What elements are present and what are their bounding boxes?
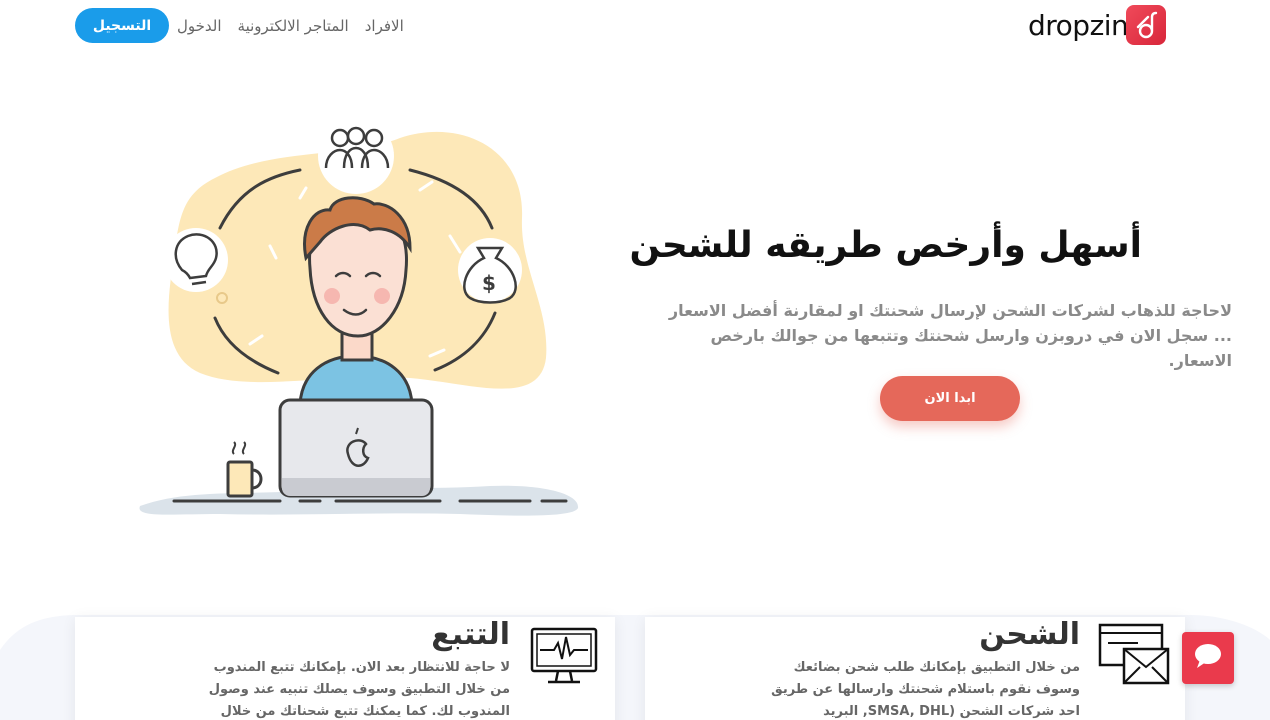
hero-title: أسهل وأرخص طريقه للشحن xyxy=(629,225,1143,266)
feature-title-tracking: التتبع xyxy=(431,617,510,652)
person-with-laptop-illustration: $ xyxy=(130,118,590,528)
nav-stores-link[interactable]: المتاجر الالكترونية xyxy=(238,8,349,43)
logo-text: dropzin xyxy=(1028,9,1129,42)
feature-card-shipping: الشحن من خلال التطبيق بإمكانك طلب شحن بض… xyxy=(645,617,1185,720)
feature-text-shipping: من خلال التطبيق بإمكانك طلب شحن بضائعك و… xyxy=(771,660,1080,719)
feature-card-tracking: التتبع لا حاجة للانتظار بعد الان. بإمكان… xyxy=(75,617,615,720)
start-now-button[interactable]: ابدا الان xyxy=(880,376,1020,421)
monitor-pulse-icon xyxy=(528,623,600,687)
logo[interactable]: dropzin xyxy=(1028,5,1168,47)
chat-button[interactable] xyxy=(1182,632,1234,684)
feature-text-tracking: لا حاجة للانتظار بعد الان. بإمكانك تتبع … xyxy=(208,660,510,719)
package-envelope-icon xyxy=(1098,623,1170,687)
chat-bubble-icon xyxy=(1194,643,1222,673)
nav-individuals-link[interactable]: الافراد xyxy=(365,8,404,43)
hero-description: لاحاجة للذهاب لشركات الشحن لإرسال شحنتك … xyxy=(668,301,1232,370)
header: التسجيل الدخول المتاجر الالكترونية الافر… xyxy=(0,0,1270,52)
register-button[interactable]: التسجيل xyxy=(75,8,169,43)
nav: التسجيل الدخول المتاجر الالكترونية الافر… xyxy=(75,8,404,43)
dropzin-logo-icon xyxy=(1126,5,1166,45)
svg-text:$: $ xyxy=(482,271,496,295)
feature-title-shipping: الشحن xyxy=(979,617,1080,652)
nav-login-link[interactable]: الدخول xyxy=(177,8,222,43)
